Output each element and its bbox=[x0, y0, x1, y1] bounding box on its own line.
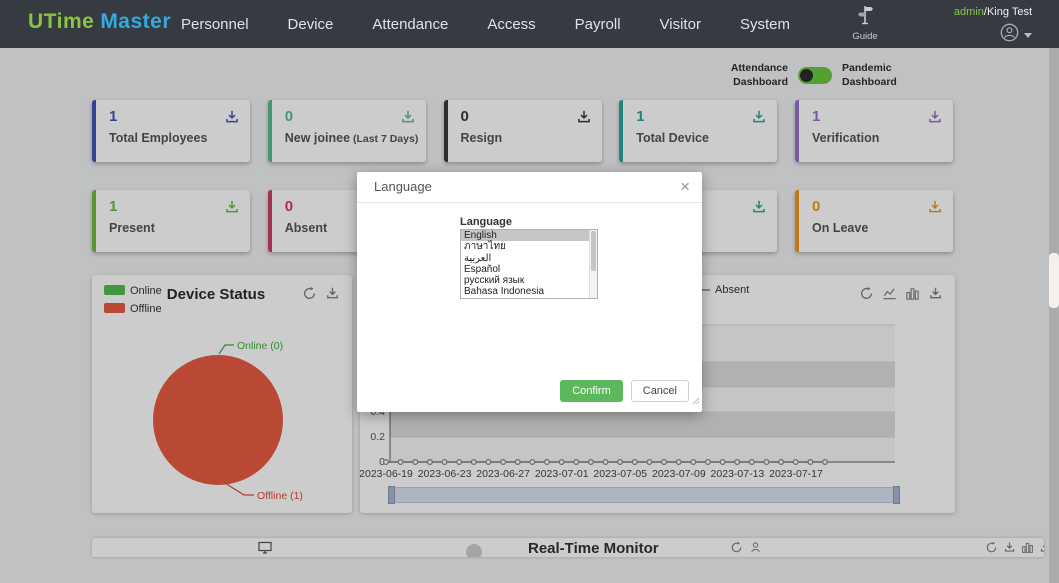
navbar: UTime Master Personnel Device Attendance … bbox=[0, 0, 1059, 48]
menu-item-device[interactable]: Device bbox=[288, 16, 334, 33]
logo-part1: UTime bbox=[28, 10, 94, 33]
menu-item-attendance[interactable]: Attendance bbox=[372, 16, 448, 33]
language-listbox[interactable]: EnglishภาษาไทยالعربيةEspañolрусский язык… bbox=[460, 229, 598, 299]
modal-footer: Confirm Cancel bbox=[560, 380, 689, 402]
user-account-text: admin/King Test bbox=[954, 6, 1032, 18]
cancel-button[interactable]: Cancel bbox=[631, 380, 689, 402]
language-option[interactable]: Español bbox=[461, 264, 597, 275]
modal-title: Language bbox=[374, 179, 432, 194]
listbox-scrollbar[interactable] bbox=[589, 230, 597, 298]
main-menu: Personnel Device Attendance Access Payro… bbox=[181, 0, 790, 48]
logo-part2: Master bbox=[100, 10, 171, 33]
language-option[interactable]: English bbox=[461, 230, 597, 241]
chevron-down-icon bbox=[1024, 33, 1032, 38]
language-option[interactable]: Bahasa Indonesia bbox=[461, 286, 597, 297]
app-logo[interactable]: UTime Master bbox=[28, 10, 171, 34]
menu-item-personnel[interactable]: Personnel bbox=[181, 16, 249, 33]
resize-handle[interactable] bbox=[692, 392, 700, 410]
app-root: UTime Master Personnel Device Attendance … bbox=[0, 0, 1059, 583]
language-option[interactable]: العربية bbox=[461, 253, 597, 264]
modal-header: Language × bbox=[357, 172, 702, 203]
guide-label: Guide bbox=[843, 31, 887, 42]
language-modal: Language × Language Englishภาษาไทยالعربي… bbox=[357, 172, 702, 412]
language-field-label: Language bbox=[460, 216, 512, 228]
listbox-scrollbar-thumb[interactable] bbox=[591, 231, 596, 271]
user-name: /King Test bbox=[984, 6, 1032, 18]
menu-item-payroll[interactable]: Payroll bbox=[575, 16, 621, 33]
menu-item-visitor[interactable]: Visitor bbox=[660, 16, 701, 33]
page-scrollbar-thumb[interactable] bbox=[1049, 253, 1059, 308]
menu-item-system[interactable]: System bbox=[740, 16, 790, 33]
user-menu-dropdown[interactable] bbox=[1000, 23, 1032, 47]
guide-signpost-icon bbox=[855, 14, 875, 31]
user-role: admin bbox=[954, 6, 984, 18]
menu-item-access[interactable]: Access bbox=[487, 16, 535, 33]
language-option[interactable]: русский язык bbox=[461, 275, 597, 286]
language-option[interactable]: ภาษาไทย bbox=[461, 241, 597, 252]
confirm-button[interactable]: Confirm bbox=[560, 380, 623, 402]
close-icon[interactable]: × bbox=[680, 172, 690, 202]
guide-button[interactable]: Guide bbox=[843, 3, 887, 42]
user-avatar-icon bbox=[1000, 23, 1019, 47]
